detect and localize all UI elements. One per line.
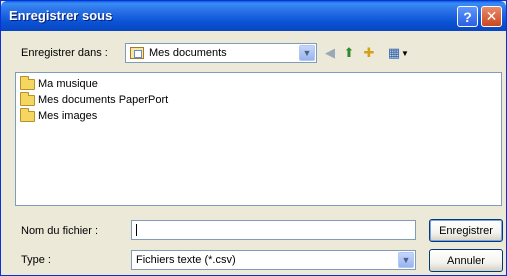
help-icon: ?	[463, 8, 472, 25]
filename-field[interactable]	[131, 220, 416, 240]
chevron-down-icon[interactable]: ▼	[398, 252, 414, 268]
save-button-label: Enregistrer	[439, 224, 493, 237]
my-documents-icon	[130, 47, 144, 59]
list-item[interactable]: Mes images	[20, 107, 98, 124]
filetype-dropdown[interactable]: Fichiers texte (*.csv) ▼	[131, 250, 416, 270]
cancel-button-label: Annuler	[447, 254, 485, 267]
list-item[interactable]: Mes documents PaperPort	[20, 91, 169, 108]
chevron-down-icon[interactable]: ▼	[299, 45, 315, 61]
text-caret	[136, 224, 137, 236]
list-item[interactable]: Ma musique	[20, 75, 98, 92]
close-icon: ✕	[485, 8, 498, 24]
title-bar[interactable]: Enregistrer sous ? ✕	[1, 1, 506, 31]
dialog-title: Enregistrer sous	[9, 8, 113, 23]
folder-icon	[20, 107, 35, 122]
save-button[interactable]: Enregistrer	[429, 219, 503, 242]
file-list[interactable]: Ma musique Mes documents PaperPort Mes i…	[15, 72, 502, 206]
filetype-value: Fichiers texte (*.csv)	[136, 254, 236, 266]
filetype-label: Type :	[21, 254, 51, 266]
filename-label: Nom du fichier :	[21, 225, 99, 237]
up-folder-icon[interactable]: ⬆	[340, 44, 358, 62]
file-name: Mes documents PaperPort	[38, 94, 169, 106]
back-icon[interactable]: ◀	[321, 44, 339, 62]
folder-icon	[20, 91, 35, 106]
folder-icon	[20, 75, 35, 90]
file-name: Mes images	[38, 110, 98, 122]
view-menu-chevron-icon[interactable]: ▼	[400, 44, 410, 62]
save-in-dropdown[interactable]: Mes documents ▼	[125, 43, 317, 63]
save-in-value: Mes documents	[149, 47, 227, 59]
close-button[interactable]: ✕	[481, 6, 502, 27]
save-in-label: Enregistrer dans :	[21, 47, 108, 59]
cancel-button[interactable]: Annuler	[429, 249, 503, 272]
new-folder-icon[interactable]: ✚	[360, 44, 378, 62]
save-as-dialog: Enregistrer sous ? ✕ Enregistrer dans : …	[0, 0, 507, 276]
help-button[interactable]: ?	[457, 6, 478, 27]
file-name: Ma musique	[38, 78, 98, 90]
